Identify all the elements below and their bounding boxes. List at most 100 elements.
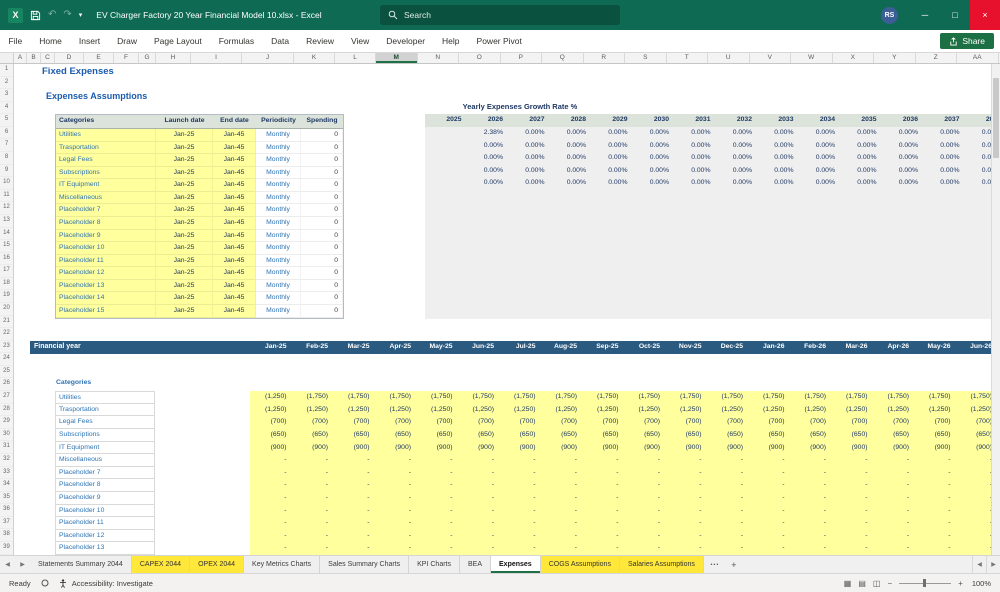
- macro-record-icon[interactable]: [41, 579, 49, 587]
- more-sheets-icon[interactable]: •••: [704, 556, 726, 573]
- row-header[interactable]: 9: [0, 165, 13, 178]
- assumptions-end-date-cell[interactable]: Jan-45: [213, 166, 256, 180]
- month-header-cell[interactable]: Feb-25: [292, 341, 334, 354]
- monthly-value-cell[interactable]: (900): [458, 442, 500, 455]
- assumptions-end-date-cell[interactable]: Jan-45: [213, 154, 256, 167]
- save-icon[interactable]: [30, 10, 41, 21]
- monthly-value-cell[interactable]: (900): [582, 442, 624, 455]
- monthly-value-cell[interactable]: -: [499, 492, 541, 505]
- monthly-value-cell[interactable]: (650): [831, 429, 873, 442]
- assumptions-category-cell[interactable]: Placeholder 12: [56, 267, 156, 280]
- monthly-value-cell[interactable]: (700): [250, 416, 292, 429]
- monthly-value-cell[interactable]: (900): [292, 442, 334, 455]
- growth-year-cell[interactable]: 2030: [632, 114, 674, 127]
- row-header[interactable]: 3: [0, 89, 13, 102]
- growth-value-cell[interactable]: 0.00%: [550, 152, 592, 165]
- monthly-value-cell[interactable]: -: [831, 492, 873, 505]
- row-header[interactable]: 8: [0, 152, 13, 165]
- monthly-value-cell[interactable]: -: [707, 454, 749, 467]
- monthly-value-cell[interactable]: -: [914, 454, 956, 467]
- row-header[interactable]: 12: [0, 202, 13, 215]
- monthly-value-cell[interactable]: -: [831, 542, 873, 555]
- row-header[interactable]: 15: [0, 240, 13, 253]
- section-title[interactable]: Expenses Assumptions: [46, 91, 147, 101]
- monthly-value-cell[interactable]: (1,750): [914, 391, 956, 404]
- growth-value-cell[interactable]: 0.00%: [840, 177, 882, 190]
- view-page-break-icon[interactable]: ◫: [873, 579, 881, 588]
- monthly-value-cell[interactable]: (1,250): [624, 404, 666, 417]
- monthly-value-cell[interactable]: -: [375, 479, 417, 492]
- row-header[interactable]: 28: [0, 404, 13, 417]
- growth-year-cell[interactable]: 2028: [549, 114, 591, 127]
- column-header[interactable]: AA: [957, 53, 999, 63]
- monthly-value-cell[interactable]: -: [458, 505, 500, 518]
- monthly-value-cell[interactable]: (900): [790, 442, 832, 455]
- column-header[interactable]: X: [833, 53, 874, 63]
- row-header[interactable]: 27: [0, 391, 13, 404]
- row-header[interactable]: 36: [0, 504, 13, 517]
- ribbon-tab[interactable]: File: [0, 30, 31, 52]
- assumptions-periodicity-cell[interactable]: Monthly: [256, 179, 301, 192]
- monthly-value-cell[interactable]: (650): [458, 429, 500, 442]
- assumptions-periodicity-cell[interactable]: Monthly: [256, 128, 301, 142]
- monthly-value-cell[interactable]: (700): [831, 416, 873, 429]
- assumptions-spending-cell[interactable]: 0: [301, 217, 343, 230]
- excel-logo-icon[interactable]: X: [8, 7, 23, 23]
- growth-value-cell[interactable]: 0.00%: [757, 152, 799, 165]
- monthly-value-cell[interactable]: -: [499, 530, 541, 543]
- monthly-value-cell[interactable]: -: [914, 467, 956, 480]
- monthly-value-cell[interactable]: (900): [541, 442, 583, 455]
- monthly-value-cell[interactable]: -: [624, 530, 666, 543]
- monthly-value-cell[interactable]: -: [250, 517, 292, 530]
- monthly-value-cell[interactable]: (1,250): [748, 404, 790, 417]
- monthly-value-cell[interactable]: (1,750): [458, 391, 500, 404]
- growth-value-cell[interactable]: 0.00%: [840, 140, 882, 153]
- monthly-value-cell[interactable]: (1,250): [375, 404, 417, 417]
- monthly-value-cell[interactable]: (1,750): [831, 391, 873, 404]
- growth-value-cell[interactable]: [425, 127, 467, 140]
- growth-value-cell[interactable]: 0.00%: [591, 127, 633, 140]
- ribbon-tab[interactable]: Page Layout: [146, 30, 211, 52]
- monthly-value-cell[interactable]: -: [499, 454, 541, 467]
- row-header[interactable]: 1: [0, 64, 13, 77]
- assumptions-category-cell[interactable]: Trasportation: [56, 141, 156, 155]
- growth-value-cell[interactable]: 0.00%: [716, 152, 758, 165]
- monthly-category-cell[interactable]: IT Equipment: [55, 441, 155, 455]
- search-box[interactable]: Search: [380, 5, 620, 25]
- assumptions-launch-date-cell[interactable]: Jan-25: [156, 242, 213, 255]
- growth-value-cell[interactable]: 0.00%: [508, 152, 550, 165]
- row-header[interactable]: 13: [0, 215, 13, 228]
- monthly-value-cell[interactable]: -: [499, 467, 541, 480]
- growth-value-cell[interactable]: 0.00%: [550, 177, 592, 190]
- monthly-value-cell[interactable]: -: [873, 479, 915, 492]
- column-header[interactable]: G: [139, 53, 156, 63]
- monthly-value-cell[interactable]: (1,250): [292, 404, 334, 417]
- sheet-title[interactable]: Fixed Expenses: [42, 66, 114, 77]
- growth-value-cell[interactable]: 0.00%: [508, 140, 550, 153]
- month-header-cell[interactable]: Aug-25: [541, 341, 583, 354]
- monthly-value-cell[interactable]: (900): [748, 442, 790, 455]
- assumptions-spending-cell[interactable]: 0: [301, 279, 343, 293]
- monthly-category-cell[interactable]: Placeholder 8: [55, 479, 155, 492]
- monthly-value-cell[interactable]: -: [416, 517, 458, 530]
- growth-value-cell[interactable]: 2.38%: [467, 127, 509, 140]
- view-page-layout-icon[interactable]: ▤: [858, 579, 866, 588]
- monthly-value-cell[interactable]: -: [499, 542, 541, 555]
- assumptions-end-date-cell[interactable]: Jan-45: [213, 217, 256, 230]
- monthly-value-cell[interactable]: -: [748, 467, 790, 480]
- growth-value-cell[interactable]: [425, 165, 467, 178]
- monthly-value-cell[interactable]: (650): [250, 429, 292, 442]
- monthly-value-cell[interactable]: -: [665, 492, 707, 505]
- growth-title[interactable]: Yearly Expenses Growth Rate %: [425, 102, 615, 111]
- assumptions-spending-cell[interactable]: 0: [301, 254, 343, 268]
- growth-value-cell[interactable]: 0.00%: [467, 152, 509, 165]
- monthly-value-cell[interactable]: -: [375, 542, 417, 555]
- assumptions-end-date-cell[interactable]: Jan-45: [213, 179, 256, 192]
- monthly-category-cell[interactable]: Placeholder 10: [55, 504, 155, 518]
- assumptions-category-cell[interactable]: Miscellaneous: [56, 191, 156, 205]
- monthly-value-cell[interactable]: -: [375, 517, 417, 530]
- ribbon-tab[interactable]: Power Pivot: [468, 30, 530, 52]
- growth-value-cell[interactable]: 0.00%: [550, 127, 592, 140]
- growth-year-cell[interactable]: 2036: [881, 114, 923, 127]
- assumptions-category-cell[interactable]: Placeholder 14: [56, 292, 156, 306]
